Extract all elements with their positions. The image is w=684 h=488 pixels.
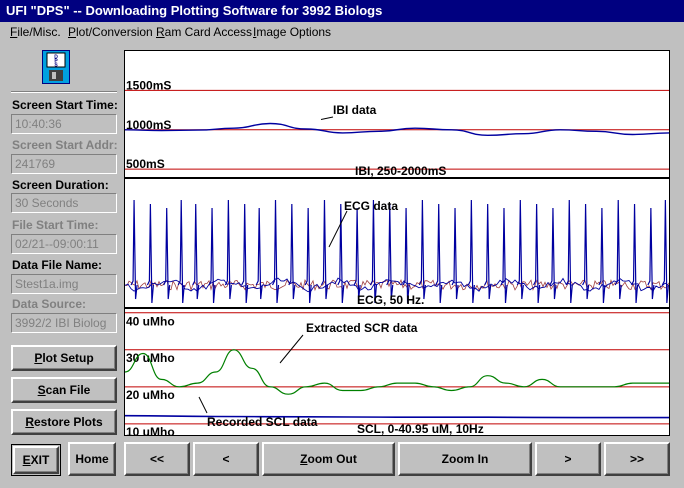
ibi-panel: 1500mS1000mS500mSIBI dataIBI, 250-2000mS (125, 78, 669, 178)
scl-panel: 40 uMho30 uMho20 uMho10 uMhoExtracted SC… (125, 312, 669, 435)
plot-area[interactable]: 1500mS 1000mS 500mS IBI data IBI, 250-2000mS… (124, 50, 670, 436)
file-start-time-label: File Start Time: (12, 218, 99, 232)
ecg-annotation: ECG data (344, 199, 398, 213)
ecg-beat (177, 199, 185, 304)
ecg-beat (130, 199, 138, 300)
scr-annotation-pointer (279, 334, 304, 364)
scan-file-button[interactable]: Scan File (11, 377, 117, 403)
scl-panel-title: SCL, 0-40.95 uM, 10Hz (357, 422, 484, 435)
ecg-panel: ECG data ECG, 50 Hz. (125, 199, 669, 307)
window-title: UFI "DPS" -- Downloading Plotting Softwa… (6, 3, 383, 18)
exit-button[interactable]: EXIT (13, 446, 59, 474)
ecg-beat (241, 203, 249, 304)
menu-file-misc[interactable]: File/Misc. (10, 22, 61, 42)
zoom-out-button[interactable]: Zoom Out (262, 442, 395, 476)
ecg-beat (288, 203, 296, 300)
scr-trace (125, 349, 669, 395)
ecg-beat (255, 207, 263, 300)
plot-setup-label: Plot Setup (34, 351, 94, 365)
restore-plots-button[interactable]: Restore Plots (11, 409, 117, 435)
back-button[interactable]: < (193, 442, 259, 476)
scr-annotation: Extracted SCR data (306, 321, 418, 335)
home-button[interactable]: Home (68, 442, 116, 476)
rewind-button[interactable]: << (124, 442, 190, 476)
ecg-beat (647, 207, 655, 300)
scl-tick-label: 40 uMho (126, 315, 175, 329)
ecg-beat (582, 203, 590, 300)
ecg-beat (208, 207, 216, 304)
menu-plot-conversion[interactable]: Plot/Conversion (68, 22, 153, 42)
ecg-beat (320, 199, 329, 300)
ibi-panel-title: IBI, 250-2000mS (355, 164, 446, 178)
zoom-in-label: Zoom In (441, 452, 489, 466)
scan-file-label: Scan File (37, 383, 91, 397)
scl-annotation: Recorded SCL data (207, 415, 318, 429)
screen-start-time-label: Screen Start Time: (12, 98, 118, 112)
data-file-name-field: Stest1a.img (11, 274, 117, 294)
home-label: Home (75, 452, 109, 466)
ecg-beat (163, 207, 171, 300)
ecg-beat (565, 199, 573, 304)
screen-duration-field: 30 Seconds (11, 193, 117, 213)
exit-button-focus-frame: EXIT (11, 444, 61, 476)
forward-label: > (564, 452, 572, 466)
file-start-time-field: 02/21--09:00:11 (11, 234, 117, 254)
ecg-annotation-pointer (328, 210, 348, 248)
ecg-panel-title: ECG, 50 Hz. (357, 293, 424, 307)
screen-duration-label: Screen Duration: (12, 178, 109, 192)
ecg-beat (304, 207, 312, 304)
scl-tick-label: 20 uMho (126, 388, 175, 402)
data-source-label: Data Source: (12, 297, 87, 311)
window-title-bar: UFI "DPS" -- Downloading Plotting Softwa… (0, 0, 684, 22)
scl-annotation-pointer (198, 396, 208, 414)
screen-start-addr-field: 241769 (11, 154, 117, 174)
ibi-tick-label: 500mS (126, 157, 165, 171)
ecg-beat (402, 207, 410, 304)
rewind-label: << (149, 452, 164, 466)
data-source-field: 3992/2 IBI Biolog (11, 313, 117, 333)
floppy-disk-icon[interactable]: D P S (42, 50, 70, 84)
menu-bar: File/Misc. Plot/Conversion Ram Card Acce… (0, 22, 684, 42)
ecg-beat (435, 203, 443, 304)
ecg-beat (614, 199, 622, 300)
restore-plots-label: Restore Plots (25, 415, 103, 429)
exit-label: EXIT (22, 453, 50, 467)
sidebar-separator (11, 91, 117, 93)
plot-setup-button[interactable]: Plot Setup (11, 345, 117, 371)
zoom-out-label: Zoom Out (300, 452, 357, 466)
menu-image-options[interactable]: Image Options (253, 22, 331, 42)
forward-button[interactable]: > (535, 442, 601, 476)
ibi-annotation: IBI data (333, 103, 377, 117)
menu-ram-card-access[interactable]: Ram Card Access (156, 22, 252, 42)
ibi-annotation-pointer (320, 116, 334, 120)
plot-canvas: 1500mS1000mS500mSIBI dataIBI, 250-2000mS… (125, 78, 669, 435)
screen-start-time-field: 10:40:36 (11, 114, 117, 134)
zoom-in-button[interactable]: Zoom In (398, 442, 532, 476)
fast-forward-label: >> (629, 452, 644, 466)
ecg-beat (369, 199, 378, 304)
ecg-beat (500, 207, 508, 304)
ecg-beat (146, 203, 154, 304)
data-file-name-label: Data File Name: (12, 258, 103, 272)
ecg-beat (271, 199, 280, 304)
scl-tick-label: 10 uMho (126, 425, 175, 435)
fast-forward-button[interactable]: >> (604, 442, 670, 476)
back-label: < (222, 452, 230, 466)
ibi-tick-label: 1500mS (126, 78, 171, 92)
screen-start-addr-label: Screen Start Addr: (12, 138, 118, 152)
